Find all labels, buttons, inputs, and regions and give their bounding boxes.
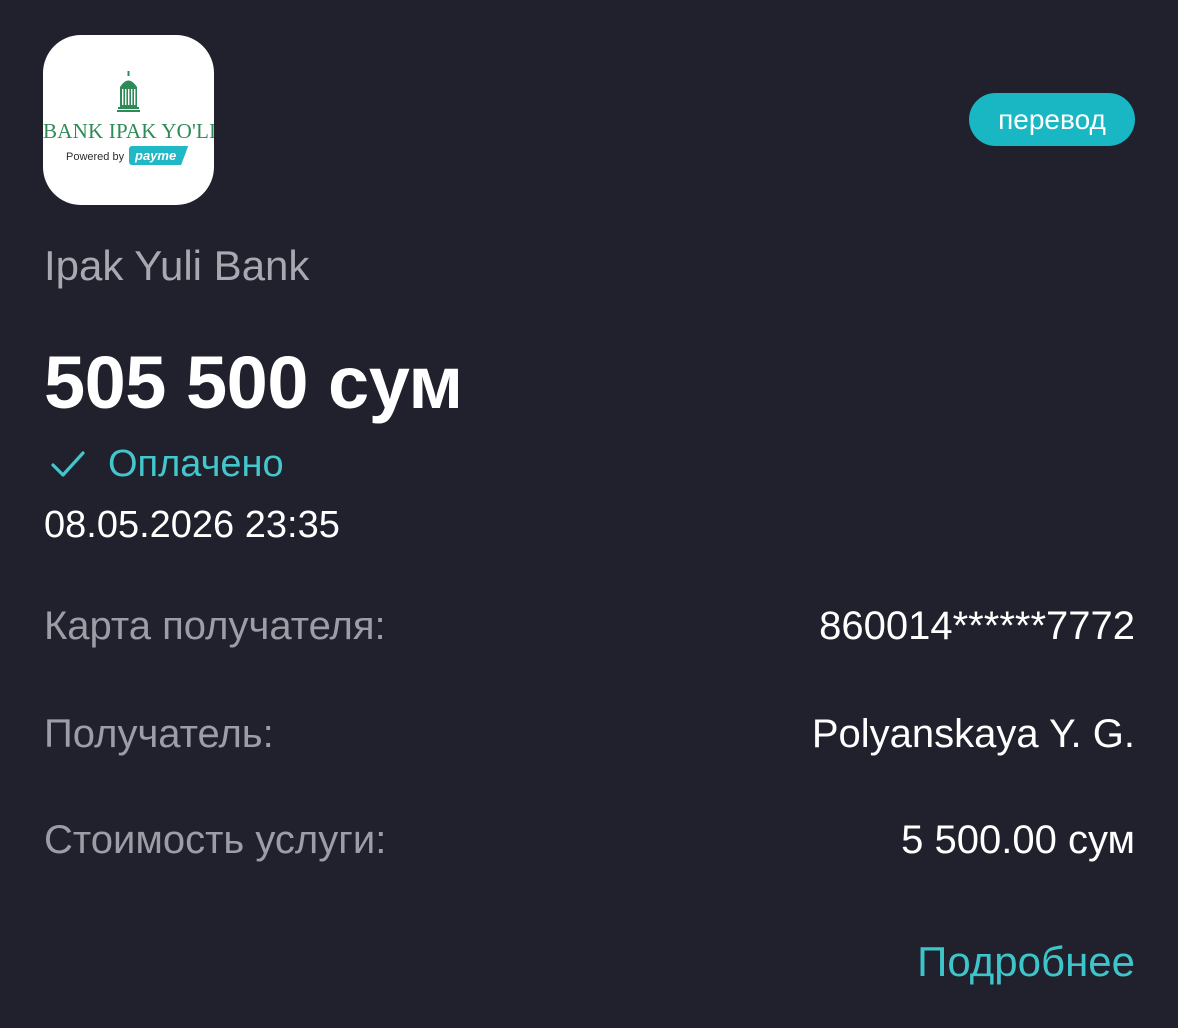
payment-datetime: 08.05.2026 23:35 bbox=[44, 504, 340, 546]
transfer-type-badge: перевод bbox=[969, 93, 1135, 146]
detail-row-service-fee: Стоимость услуги: 5 500.00 сум bbox=[44, 818, 1135, 868]
logo-bank-name: BANK IPAK YO'LI bbox=[43, 119, 214, 143]
checkmark-icon bbox=[51, 451, 85, 477]
status-label: Оплачено bbox=[108, 442, 284, 485]
bank-logo: BANK IPAK YO'LI Powered by payme bbox=[43, 35, 214, 205]
payment-receipt-screen: BANK IPAK YO'LI Powered by payme перевод… bbox=[0, 0, 1178, 1028]
more-details-link[interactable]: Подробнее bbox=[917, 938, 1135, 986]
bank-building-icon bbox=[117, 71, 140, 112]
recipient-label: Получатель: bbox=[44, 712, 274, 756]
detail-row-recipient: Получатель: Polyanskaya Y. G. bbox=[44, 712, 1135, 762]
recipient-value: Polyanskaya Y. G. bbox=[811, 712, 1135, 756]
recipient-card-value: 860014******7772 bbox=[819, 604, 1135, 648]
logo-payme: payme bbox=[129, 146, 189, 165]
logo-powered-by: Powered by bbox=[66, 151, 125, 163]
service-fee-label: Стоимость услуги: bbox=[44, 818, 387, 862]
bank-title: Ipak Yuli Bank bbox=[44, 242, 310, 289]
detail-row-recipient-card: Карта получателя: 860014******7772 bbox=[44, 604, 1135, 654]
payment-status: Оплачено bbox=[50, 440, 284, 488]
recipient-card-label: Карта получателя: bbox=[44, 604, 386, 648]
service-fee-value: 5 500.00 сум bbox=[901, 818, 1135, 862]
payment-amount: 505 500 сум bbox=[44, 341, 463, 424]
